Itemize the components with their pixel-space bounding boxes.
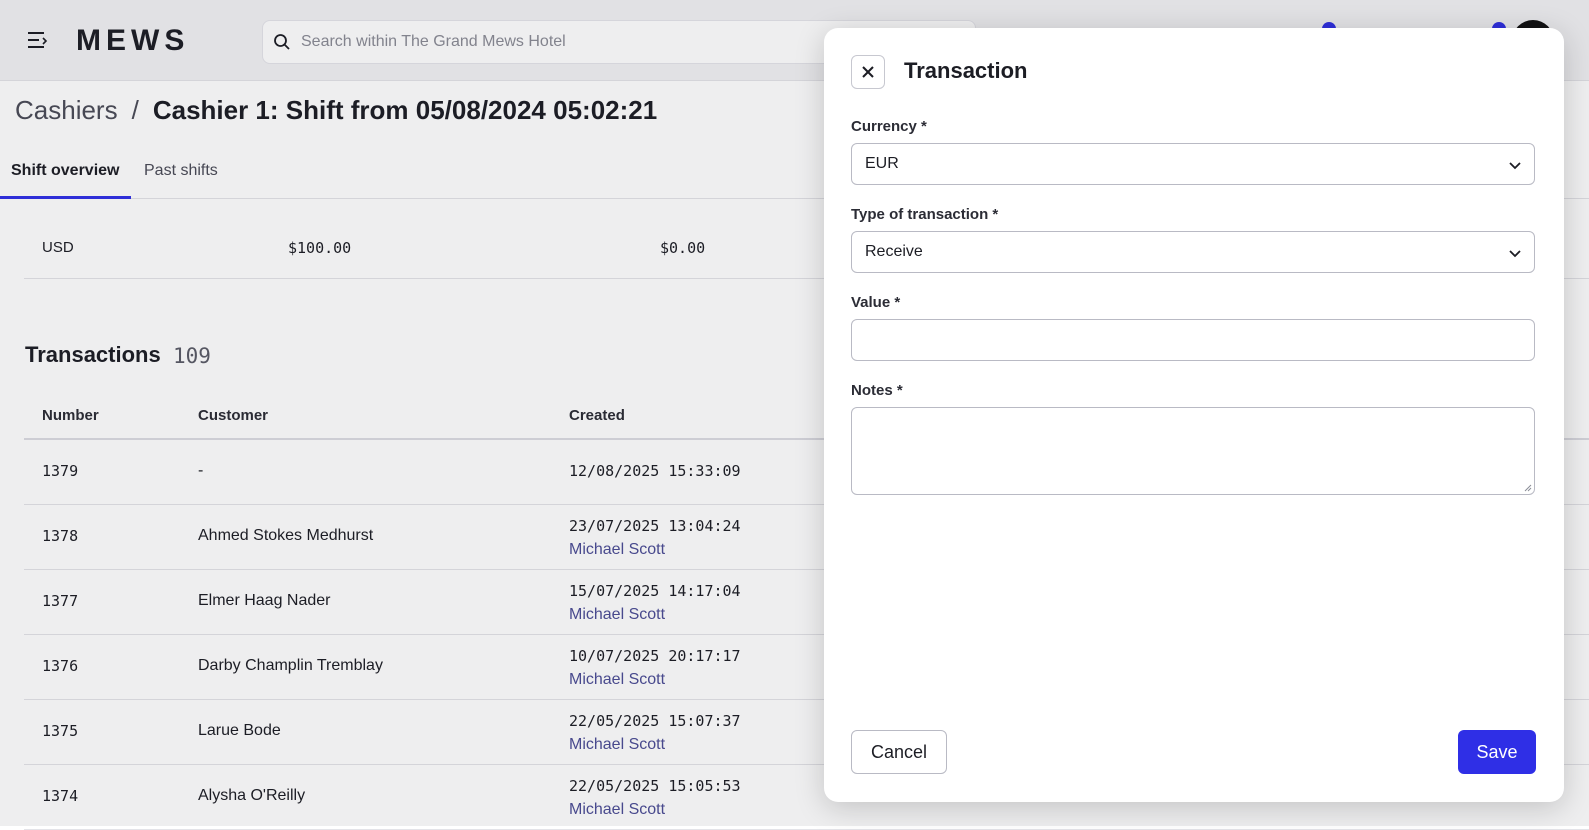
value-field[interactable] — [851, 319, 1535, 362]
notes-label: Notes * — [851, 382, 903, 399]
chevron-down-icon — [1509, 162, 1521, 170]
resize-grip-icon[interactable] — [1524, 484, 1532, 492]
currency-select[interactable]: EUR — [851, 143, 1535, 185]
save-button[interactable]: Save — [1458, 730, 1536, 774]
notes-textarea[interactable] — [864, 416, 1518, 490]
transaction-panel: Transaction Currency * EUR Type of trans… — [824, 28, 1564, 802]
cancel-button[interactable]: Cancel — [851, 730, 947, 774]
value-input[interactable] — [864, 320, 1518, 362]
currency-label: Currency * — [851, 118, 927, 135]
chevron-down-icon — [1509, 250, 1521, 258]
notes-field[interactable] — [851, 407, 1535, 495]
value-label: Value * — [851, 294, 901, 311]
type-label: Type of transaction * — [851, 206, 999, 223]
close-button[interactable] — [851, 55, 885, 89]
type-selected-value: Receive — [865, 243, 923, 260]
close-icon — [862, 66, 874, 78]
type-select[interactable]: Receive — [851, 231, 1535, 273]
currency-selected-value: EUR — [865, 155, 899, 172]
panel-title: Transaction — [904, 58, 1028, 83]
